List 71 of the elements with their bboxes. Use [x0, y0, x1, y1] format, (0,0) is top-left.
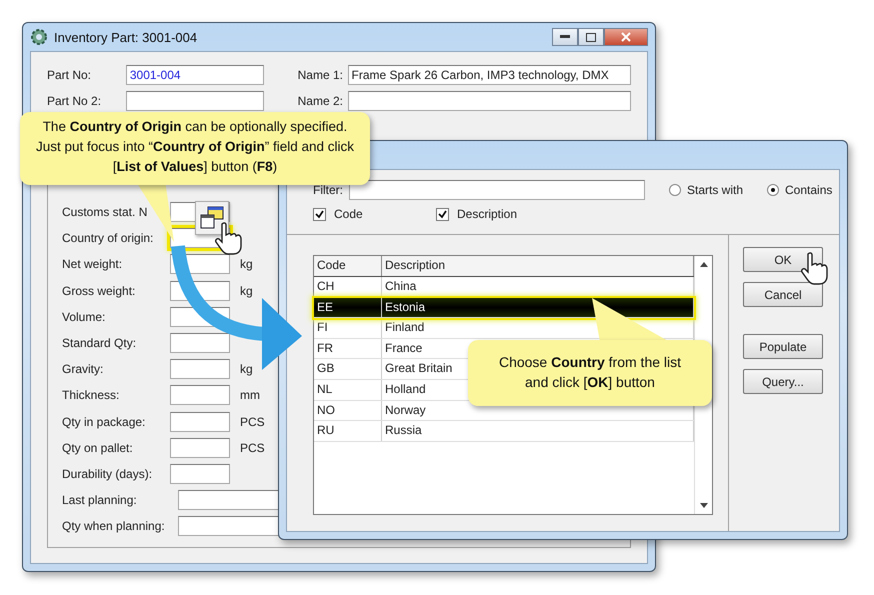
list-row[interactable]: RU Russia	[314, 421, 694, 442]
table-cell: NL	[314, 380, 382, 400]
dialog-button[interactable]: Cancel	[743, 282, 823, 307]
radio-option[interactable]: Starts with	[669, 183, 744, 197]
checkbox-option[interactable]: Code	[313, 207, 436, 221]
table-cell: RU	[314, 421, 382, 441]
field-label: Name 1:	[298, 68, 344, 82]
table-cell: NO	[314, 400, 382, 420]
minimize-icon	[560, 35, 570, 39]
radio-option[interactable]: Contains	[767, 183, 832, 197]
text-field[interactable]	[170, 438, 230, 458]
window-title: Inventory Part: 3001-004	[54, 30, 198, 44]
close-button[interactable]	[604, 28, 648, 46]
field-label: Volume:	[62, 310, 106, 324]
unit-label: kg	[240, 284, 254, 298]
dialog-button[interactable]: OK	[743, 247, 823, 272]
list-of-values-button[interactable]	[195, 201, 229, 235]
text-field[interactable]	[170, 412, 230, 432]
filter-label: Filter:	[313, 183, 343, 197]
unit-label: kg	[240, 362, 254, 376]
scroll-down-icon[interactable]	[700, 503, 708, 508]
field-label: Standard Qty:	[62, 336, 138, 350]
table-cell: Russia	[382, 421, 694, 441]
column-header[interactable]: Code	[314, 256, 382, 276]
checkmark-icon	[315, 210, 324, 218]
field-label: Thickness:	[62, 388, 120, 402]
gear-icon	[30, 28, 48, 46]
unit-label: PCS	[240, 414, 266, 429]
field-label: Durability (days):	[62, 466, 154, 481]
field-label: Qty in package:	[62, 414, 146, 429]
checkmark-icon	[438, 210, 447, 218]
field-label: Name 2:	[298, 94, 344, 108]
field-label: Net weight:	[62, 257, 124, 272]
text-field[interactable]	[348, 91, 631, 111]
text-field[interactable]: 3001-004	[126, 65, 264, 85]
checkbox-option[interactable]: Description	[436, 207, 559, 221]
field-label: Qty when planning:	[62, 519, 166, 534]
field-label: Gravity:	[62, 362, 104, 376]
text-field[interactable]: Frame Spark 26 Carbon, IMP3 technology, DMX	[348, 65, 631, 85]
table-cell: EE	[314, 298, 382, 318]
unit-label: kg	[240, 257, 254, 272]
scroll-up-icon[interactable]	[700, 262, 708, 267]
field-label: Customs stat. N	[62, 205, 148, 220]
field-label: Part No:	[47, 68, 92, 82]
dialog-button[interactable]: Query...	[743, 369, 823, 394]
table-cell: FR	[314, 338, 382, 358]
field-label: Qty on pallet:	[62, 440, 134, 455]
minimize-button[interactable]	[552, 28, 578, 46]
field-label: Country of origin:	[62, 231, 154, 246]
stacked-windows-icon	[199, 205, 225, 231]
text-field[interactable]	[126, 91, 264, 111]
text-field[interactable]	[170, 385, 230, 406]
text-field[interactable]	[170, 359, 230, 380]
unit-label: mm	[240, 388, 261, 402]
text-field[interactable]	[170, 464, 230, 484]
field-label: Last planning:	[62, 493, 138, 508]
maximize-button[interactable]	[578, 28, 604, 46]
table-cell: FI	[314, 318, 382, 338]
field-label: Gross weight:	[62, 284, 136, 298]
filter-field[interactable]	[349, 180, 645, 200]
list-row[interactable]: EE Estonia	[314, 298, 694, 318]
maximize-icon	[586, 32, 596, 42]
hand-cursor-icon	[214, 222, 244, 256]
text-field[interactable]	[170, 333, 230, 354]
dialog-button[interactable]: Populate	[743, 334, 823, 359]
column-header[interactable]: Description	[382, 256, 694, 276]
unit-label: PCS	[240, 440, 266, 455]
close-icon	[621, 32, 631, 42]
hand-cursor-icon	[800, 252, 830, 286]
field-label: Part No 2:	[47, 94, 102, 108]
table-cell: GB	[314, 359, 382, 379]
